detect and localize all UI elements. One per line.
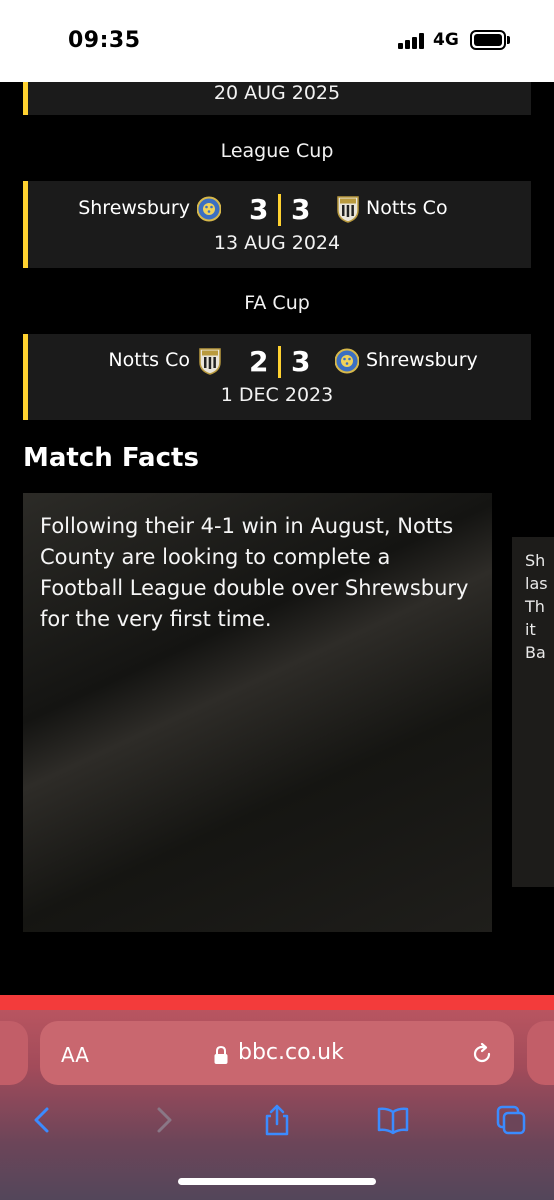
match-fact-text: Following their 4-1 win in August, Notts… <box>40 514 469 631</box>
match-fact-text-partial: Sh las Th it Ba <box>525 551 548 662</box>
section-title-match-facts: Match Facts <box>23 443 199 473</box>
lock-icon <box>214 1045 228 1064</box>
home-score: 2 <box>249 345 269 378</box>
match-card-fa-cup[interactable] <box>23 334 531 420</box>
match-accent-bar <box>23 334 28 420</box>
shrewsbury-crest-icon <box>197 196 221 222</box>
match-accent-bar <box>23 181 28 268</box>
back-icon[interactable] <box>27 1104 59 1136</box>
notts-county-crest-icon <box>199 348 221 375</box>
away-team-name: Shrewsbury <box>366 349 478 371</box>
tabs-icon[interactable] <box>495 1104 527 1136</box>
bookmarks-icon[interactable] <box>377 1104 409 1136</box>
reload-icon[interactable] <box>470 1042 494 1066</box>
forward-icon[interactable] <box>147 1104 179 1136</box>
home-team-name: Notts Co <box>108 349 190 371</box>
page-settings-button[interactable]: AA <box>61 1043 89 1067</box>
previous-tab-peek[interactable] <box>0 1021 28 1085</box>
notts-county-crest-icon <box>337 196 359 223</box>
match-date: 1 DEC 2023 <box>220 384 334 406</box>
match-date: 13 AUG 2024 <box>213 232 341 254</box>
address-url[interactable]: bbc.co.uk <box>238 1040 344 1065</box>
battery-cap <box>507 36 510 44</box>
battery-icon <box>470 30 506 50</box>
away-score: 3 <box>291 193 311 226</box>
home-indicator[interactable] <box>178 1178 376 1185</box>
cellular-signal-icon <box>398 33 428 49</box>
away-team-name: Notts Co <box>366 197 448 219</box>
next-tab-peek[interactable] <box>527 1021 554 1085</box>
home-score: 3 <box>249 193 269 226</box>
competition-title-fa-cup: FA Cup <box>244 292 310 314</box>
match-card-top[interactable]: 20 AUG 2025 <box>23 82 531 115</box>
network-type: 4G <box>433 30 459 50</box>
competition-title-league-cup: League Cup <box>220 140 334 162</box>
status-bar: 09:35 4G <box>0 0 554 82</box>
match-fact-card-next[interactable]: Sh las Th it Ba <box>512 537 554 887</box>
match-date: 20 AUG 2025 <box>213 82 341 104</box>
home-team-name: Shrewsbury <box>78 197 190 219</box>
away-score: 3 <box>291 345 311 378</box>
match-fact-card[interactable]: Following their 4-1 win in August, Notts… <box>23 493 492 932</box>
shrewsbury-crest-icon <box>335 348 359 374</box>
match-card-league-cup[interactable] <box>23 181 531 268</box>
score-divider <box>278 346 281 378</box>
page-footer-strip <box>0 995 554 1010</box>
score-divider <box>278 194 281 226</box>
share-icon[interactable] <box>261 1104 293 1136</box>
status-time: 09:35 <box>68 28 141 53</box>
page-settings-label: AA <box>61 1043 89 1067</box>
